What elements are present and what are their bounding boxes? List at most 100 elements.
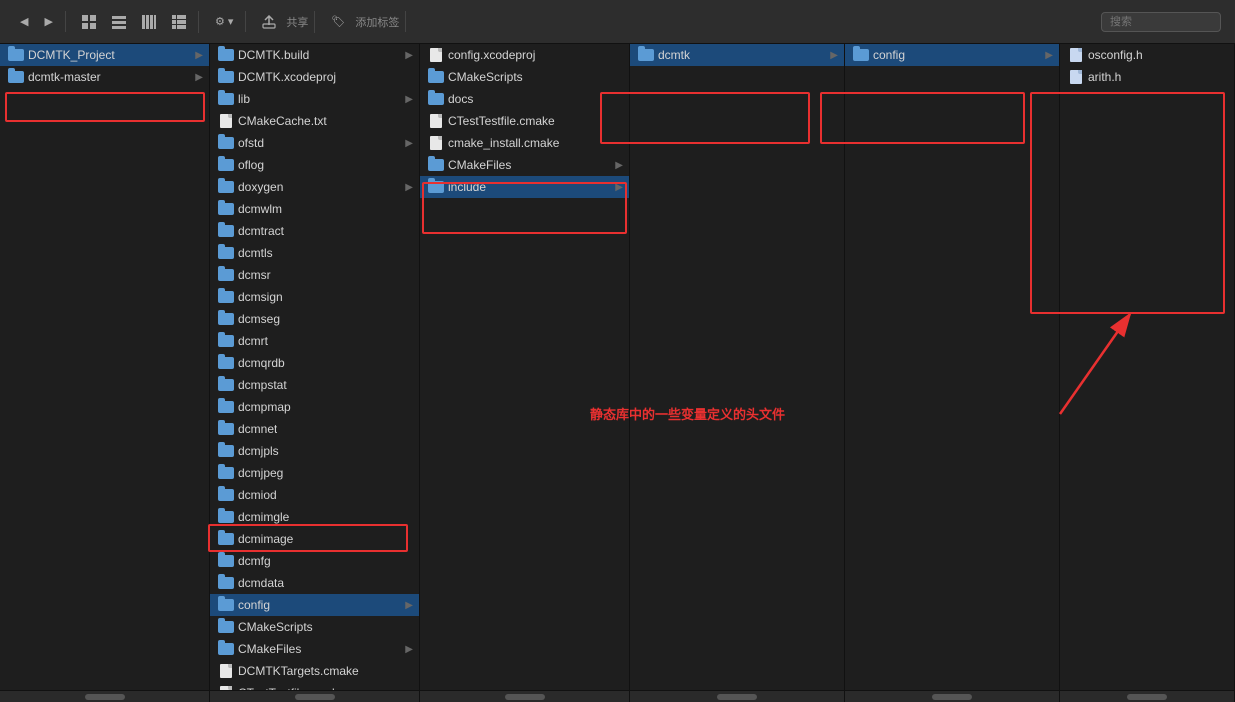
file-name: dcmjpeg <box>238 466 283 480</box>
list-item[interactable]: CMakeFiles ▶ <box>420 154 629 176</box>
list-item[interactable]: dcmtk-master ▶ <box>0 66 209 88</box>
list-item[interactable]: lib ▶ <box>210 88 419 110</box>
file-name: dcmfg <box>238 554 271 568</box>
list-item[interactable]: dcmjpeg <box>210 462 419 484</box>
list-item[interactable]: dcmtk ▶ <box>630 44 844 66</box>
list-item[interactable]: dcmrt <box>210 330 419 352</box>
list-item[interactable]: CMakeFiles ▶ <box>210 638 419 660</box>
file-name: docs <box>448 92 473 106</box>
list-item[interactable]: dcmpmap <box>210 396 419 418</box>
scrollbar-thumb <box>85 694 125 700</box>
view-btn-4[interactable] <box>166 11 192 33</box>
file-name: doxygen <box>238 180 283 194</box>
chevron-right-icon: ▶ <box>195 50 203 61</box>
list-item[interactable]: doxygen ▶ <box>210 176 419 198</box>
list-item[interactable]: DCMTK.xcodeproj <box>210 66 419 88</box>
list-item[interactable]: dcmdata <box>210 572 419 594</box>
search-group <box>1095 12 1227 32</box>
view-btn-3[interactable] <box>136 11 162 33</box>
col4-scroll[interactable]: dcmtk ▶ <box>630 44 844 690</box>
chevron-right-icon: ▶ <box>195 72 203 83</box>
list-item[interactable]: CTestTestfile.cmake <box>210 682 419 690</box>
chevron-right-icon: ▶ <box>405 94 413 105</box>
view-btn-1[interactable] <box>76 11 102 33</box>
list-item[interactable]: CMakeCache.txt <box>210 110 419 132</box>
col5-scrollbar[interactable] <box>845 690 1059 702</box>
list-item[interactable]: DCMTK.build ▶ <box>210 44 419 66</box>
settings-button[interactable]: ⚙ ▾ <box>209 11 239 32</box>
search-input[interactable] <box>1101 12 1221 32</box>
view-btn-2[interactable] <box>106 11 132 33</box>
list-item[interactable]: dcmsign <box>210 286 419 308</box>
list-item[interactable]: DCMTKTargets.cmake <box>210 660 419 682</box>
nav-group: ◀ ▶ <box>8 11 66 32</box>
list-item[interactable]: ofstd ▶ <box>210 132 419 154</box>
col3-scroll[interactable]: config.xcodeproj CMakeScripts docs CTest… <box>420 44 629 690</box>
list-item[interactable]: DCMTK_Project ▶ <box>0 44 209 66</box>
scrollbar-thumb <box>1127 694 1167 700</box>
folder-icon <box>218 466 234 480</box>
list-item[interactable]: include ▶ <box>420 176 629 198</box>
chevron-right-icon: ▶ <box>830 50 838 61</box>
file-name: dcmsign <box>238 290 283 304</box>
file-name: CMakeCache.txt <box>238 114 327 128</box>
list-item[interactable]: dcmpstat <box>210 374 419 396</box>
list-item[interactable]: docs <box>420 88 629 110</box>
folder-icon <box>218 70 234 84</box>
list-item[interactable]: cmake_install.cmake <box>420 132 629 154</box>
doc-icon <box>218 114 234 128</box>
col3-scrollbar[interactable] <box>420 690 629 702</box>
list-item[interactable]: arith.h <box>1060 66 1234 88</box>
folder-icon <box>8 70 24 84</box>
forward-button[interactable]: ▶ <box>38 11 58 32</box>
column-4: dcmtk ▶ <box>630 44 845 702</box>
list-item[interactable]: dcmimgle <box>210 506 419 528</box>
folder-icon <box>8 48 24 62</box>
col1-scrollbar[interactable] <box>0 690 209 702</box>
list-item[interactable]: dcmwlm <box>210 198 419 220</box>
file-name: DCMTK.xcodeproj <box>238 70 336 84</box>
list-item[interactable]: config ▶ <box>210 594 419 616</box>
list-item[interactable]: oflog <box>210 154 419 176</box>
list-item[interactable]: dcmsr <box>210 264 419 286</box>
folder-icon <box>218 312 234 326</box>
col1-scroll[interactable]: DCMTK_Project ▶ dcmtk-master ▶ <box>0 44 209 690</box>
list-item[interactable]: CTestTestfile.cmake <box>420 110 629 132</box>
back-button[interactable]: ◀ <box>14 11 34 32</box>
col2-scrollbar[interactable] <box>210 690 419 702</box>
list-item[interactable]: dcmtract <box>210 220 419 242</box>
list-item[interactable]: config ▶ <box>845 44 1059 66</box>
file-name: ofstd <box>238 136 264 150</box>
list-item[interactable]: dcmqrdb <box>210 352 419 374</box>
list-item[interactable]: CMakeScripts <box>210 616 419 638</box>
file-name: dcmtract <box>238 224 284 238</box>
folder-icon <box>218 246 234 260</box>
folder-icon <box>218 48 234 62</box>
file-name: cmake_install.cmake <box>448 136 559 150</box>
list-item[interactable]: dcmjpls <box>210 440 419 462</box>
col6-scrollbar[interactable] <box>1060 690 1234 702</box>
share-button[interactable] <box>256 11 282 33</box>
tag-button[interactable]: 🏷 <box>325 11 351 32</box>
col2-scroll[interactable]: DCMTK.build ▶ DCMTK.xcodeproj lib ▶ CMak… <box>210 44 419 690</box>
list-item[interactable]: dcmseg <box>210 308 419 330</box>
folder-icon <box>218 532 234 546</box>
list-item[interactable]: dcmtls <box>210 242 419 264</box>
list-item[interactable]: osconfig.h <box>1060 44 1234 66</box>
column-5: config ▶ <box>845 44 1060 702</box>
list-item[interactable]: dcmfg <box>210 550 419 572</box>
list-item[interactable]: dcmimage <box>210 528 419 550</box>
list-item[interactable]: dcmiod <box>210 484 419 506</box>
folder-icon <box>218 356 234 370</box>
col4-scrollbar[interactable] <box>630 690 844 702</box>
list-item[interactable]: dcmnet <box>210 418 419 440</box>
folder-icon <box>638 48 654 62</box>
file-name: dcmiod <box>238 488 277 502</box>
list-item[interactable]: CMakeScripts <box>420 66 629 88</box>
list-item[interactable]: config.xcodeproj <box>420 44 629 66</box>
doc-icon <box>428 48 444 62</box>
col6-scroll[interactable]: osconfig.h arith.h <box>1060 44 1234 690</box>
col5-scroll[interactable]: config ▶ <box>845 44 1059 690</box>
share-label: 共享 <box>286 14 308 30</box>
folder-icon <box>218 400 234 414</box>
